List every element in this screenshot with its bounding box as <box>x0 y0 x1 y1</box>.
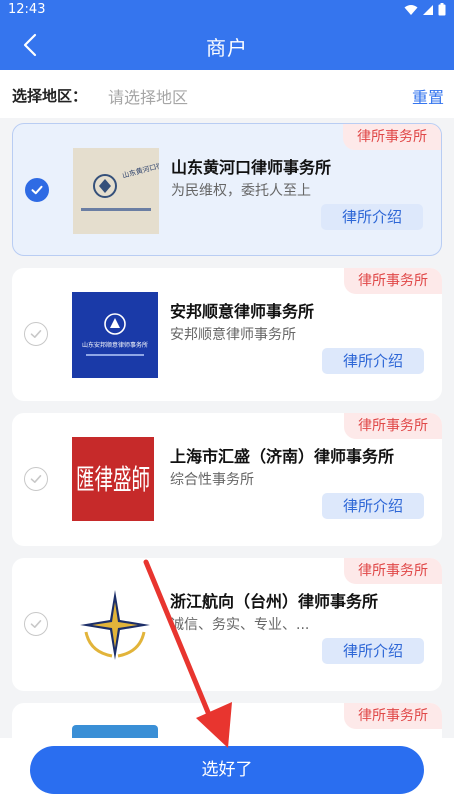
firm-card[interactable]: 律所事务所 山东黄河口律师事务所 山东黄河口律师事务所 为民维权，委托人至上 律… <box>12 123 442 256</box>
firm-list: 律所事务所 山东黄河口律师事务所 山东黄河口律师事务所 为民维权，委托人至上 律… <box>0 118 454 738</box>
firm-description: 综合性事务所 <box>170 472 254 488</box>
firm-card[interactable]: 律所事务所 浙江航向（台州）律师事务所 诚信、务实、专业、... 律所介绍 <box>12 558 442 691</box>
firm-logo <box>72 725 158 738</box>
bottom-bar: 选好了 <box>0 738 454 807</box>
status-icons <box>404 3 446 16</box>
firm-description: 诚信、务实、专业、... <box>170 617 310 633</box>
firm-intro-button[interactable]: 律所介绍 <box>321 204 423 230</box>
firm-logo-text: 山东安邦顺意律师事务所 <box>82 341 148 349</box>
app-header: 商户 <box>0 20 454 70</box>
firm-logo-text: 匯律盛師 <box>76 463 150 496</box>
compass-star-logo <box>72 582 158 668</box>
battery-icon <box>438 3 446 16</box>
region-label: 选择地区： <box>12 87 88 105</box>
page-title: 商户 <box>206 36 248 60</box>
firm-type-tag: 律所事务所 <box>344 268 442 294</box>
wifi-icon <box>404 4 418 15</box>
firm-description: 安邦顺意律师事务所 <box>170 327 296 343</box>
firm-intro-button[interactable]: 律所介绍 <box>322 348 424 374</box>
status-bar: 12:43 <box>0 0 454 20</box>
firm-name: 山东黄河口律师事务所 <box>171 158 332 177</box>
unchecked-circle-icon[interactable] <box>24 612 48 636</box>
unchecked-circle-icon[interactable] <box>24 322 48 346</box>
region-filter-bar: 选择地区： 请选择地区 重置 <box>0 70 454 118</box>
firm-card[interactable]: 律所事务所 <box>12 703 442 738</box>
firm-name: 浙江航向（台州）律师事务所 <box>170 592 379 611</box>
firm-name: 安邦顺意律师事务所 <box>170 302 315 321</box>
firm-description: 为民维权，委托人至上 <box>171 183 311 199</box>
selected-check-icon[interactable] <box>25 178 49 202</box>
status-time: 12:43 <box>8 2 46 17</box>
firm-card[interactable]: 律所事务所 匯律盛師 上海市汇盛（济南）律师事务所 综合性事务所 律所介绍 <box>12 413 442 546</box>
signal-icon <box>423 4 433 15</box>
unchecked-circle-icon[interactable] <box>24 467 48 491</box>
reset-button[interactable]: 重置 <box>412 84 444 108</box>
firm-intro-button[interactable]: 律所介绍 <box>322 493 424 519</box>
region-select[interactable]: 请选择地区 <box>108 84 188 108</box>
firm-logo: 山东黄河口律师事务所 <box>73 148 159 234</box>
firm-type-tag: 律所事务所 <box>344 413 442 439</box>
firm-logo: 山东安邦顺意律师事务所 <box>72 292 158 378</box>
firm-type-tag: 律所事务所 <box>344 703 442 729</box>
firm-type-tag: 律所事务所 <box>344 558 442 584</box>
firm-type-tag: 律所事务所 <box>343 124 441 150</box>
firm-card[interactable]: 律所事务所 山东安邦顺意律师事务所 安邦顺意律师事务所 安邦顺意律师事务所 律所… <box>12 268 442 401</box>
firm-logo: 匯律盛師 <box>72 437 154 521</box>
firm-intro-button[interactable]: 律所介绍 <box>322 638 424 664</box>
firm-name: 上海市汇盛（济南）律师事务所 <box>170 447 395 466</box>
done-button[interactable]: 选好了 <box>30 746 424 794</box>
